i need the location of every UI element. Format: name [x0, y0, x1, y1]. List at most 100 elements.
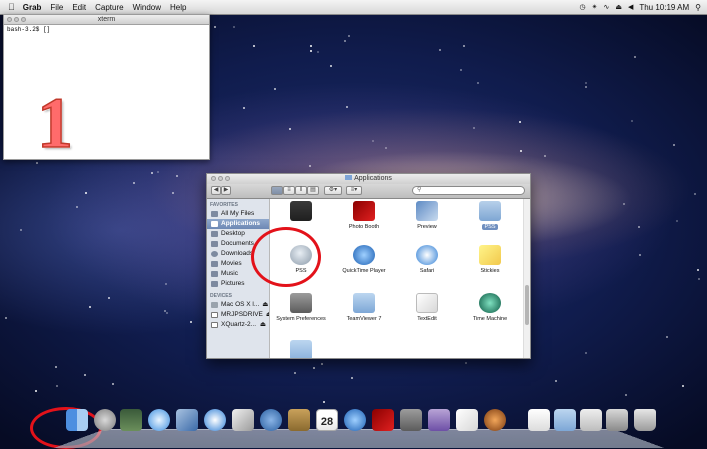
- menu-window[interactable]: Window: [133, 3, 161, 12]
- star-decoration: [439, 49, 441, 51]
- pss-folder-icon: [479, 201, 501, 221]
- minimize-button[interactable]: [14, 17, 19, 22]
- app-item-utilities[interactable]: [270, 340, 332, 358]
- app-item-quicktime[interactable]: QuickTime Player: [333, 245, 395, 274]
- close-button[interactable]: [7, 17, 12, 22]
- apple-menu-icon[interactable]: : [8, 2, 15, 12]
- bluetooth-icon[interactable]: ✴: [592, 3, 598, 11]
- icon-view-button[interactable]: [271, 186, 283, 195]
- app-item-system-preferences[interactable]: System Preferences: [270, 293, 332, 322]
- minimize-button[interactable]: [218, 176, 223, 181]
- star-decoration: [344, 40, 346, 42]
- documents-stack-icon[interactable]: [580, 409, 602, 431]
- column-view-button[interactable]: ‖: [295, 186, 307, 195]
- menu-app-name[interactable]: Grab: [23, 3, 42, 12]
- menu-capture[interactable]: Capture: [95, 3, 123, 12]
- arrange-button[interactable]: ≡▾: [346, 186, 362, 195]
- menu-file[interactable]: File: [50, 3, 63, 12]
- trash-icon[interactable]: [634, 409, 656, 431]
- sidebar-item-all-my-files[interactable]: All My Files: [207, 209, 269, 219]
- forward-button[interactable]: ▶: [221, 186, 231, 195]
- mission-control-icon[interactable]: [120, 409, 142, 431]
- volume-icon[interactable]: ◀: [628, 3, 633, 11]
- contacts-icon[interactable]: [232, 409, 254, 431]
- menu-edit[interactable]: Edit: [72, 3, 86, 12]
- xterm-titlebar[interactable]: xterm: [4, 15, 209, 25]
- star-decoration: [666, 336, 668, 338]
- terminal-prompt[interactable]: bash-3.2$ []: [4, 25, 209, 34]
- star-decoration: [89, 306, 91, 308]
- sidebar-item-mac-os-x[interactable]: Mac OS X l... ⏏: [207, 300, 269, 310]
- search-field[interactable]: ⚲: [412, 186, 525, 195]
- calendar-icon[interactable]: 28: [316, 409, 338, 431]
- list-view-button[interactable]: ≡: [283, 186, 295, 195]
- facetime-icon[interactable]: [260, 409, 282, 431]
- quicktime-icon: [353, 245, 375, 265]
- applications-folder-icon[interactable]: [554, 409, 576, 431]
- star-decoration: [176, 175, 178, 177]
- menu-help[interactable]: Help: [170, 3, 186, 12]
- app-item-preview[interactable]: Preview: [396, 201, 458, 230]
- finder-icon[interactable]: [66, 409, 88, 431]
- star-decoration: [309, 165, 311, 167]
- pss-highlight-circle: [251, 227, 321, 287]
- document-icon[interactable]: [428, 409, 450, 431]
- coverflow-view-button[interactable]: ▤: [307, 186, 319, 195]
- safari-icon: [416, 245, 438, 265]
- app-item[interactable]: [270, 201, 332, 224]
- photo-booth-icon[interactable]: [372, 409, 394, 431]
- star-decoration: [321, 363, 323, 365]
- downloads-stack-icon[interactable]: [606, 409, 628, 431]
- vertical-scrollbar[interactable]: [523, 199, 530, 358]
- sidebar-item-applications[interactable]: Applications: [207, 219, 269, 229]
- star-decoration: [243, 107, 245, 109]
- document-stack-icon[interactable]: [528, 409, 550, 431]
- star-decoration: [20, 229, 22, 231]
- desktop-icon: [211, 231, 218, 237]
- app-item-safari[interactable]: Safari: [396, 245, 458, 274]
- zoom-button[interactable]: [225, 176, 230, 181]
- eject-icon[interactable]: ⏏: [262, 300, 268, 310]
- itunes-icon[interactable]: [344, 409, 366, 431]
- eject-icon[interactable]: ⏏: [260, 320, 266, 330]
- app-item-teamviewer[interactable]: TeamViewer 7: [333, 293, 395, 322]
- safari-icon[interactable]: [204, 409, 226, 431]
- mail-icon[interactable]: [176, 409, 198, 431]
- app-item-textedit[interactable]: TextEdit: [396, 293, 458, 322]
- close-button[interactable]: [211, 176, 216, 181]
- xquartz-icon[interactable]: [484, 409, 506, 431]
- time-machine-status-icon[interactable]: ◷: [579, 3, 585, 11]
- sidebar-item-xquartz[interactable]: XQuartz-2... ⏏: [207, 320, 269, 330]
- drive-icon: [211, 312, 218, 318]
- xterm-window[interactable]: xterm bash-3.2$ [] 1: [3, 14, 210, 160]
- address-book-icon[interactable]: [288, 409, 310, 431]
- spotlight-icon[interactable]: ⚲: [695, 3, 701, 12]
- finder-titlebar[interactable]: Applications: [207, 174, 530, 184]
- star-decoration: [351, 377, 353, 379]
- system-preferences-icon[interactable]: [400, 409, 422, 431]
- movies-icon: [211, 261, 218, 267]
- eject-icon[interactable]: ⏏: [615, 3, 622, 11]
- eject-icon[interactable]: ⏏: [266, 310, 269, 320]
- app-item-stickies[interactable]: Stickies: [459, 245, 521, 274]
- time-machine-icon: [479, 293, 501, 313]
- action-gear-icon[interactable]: ⚙▾: [324, 186, 342, 195]
- star-decoration: [317, 51, 319, 53]
- wifi-icon[interactable]: ∿: [603, 3, 609, 11]
- app-item-photo-booth[interactable]: Photo Booth: [333, 201, 395, 230]
- app-store-icon[interactable]: [148, 409, 170, 431]
- zoom-button[interactable]: [21, 17, 26, 22]
- menu-clock[interactable]: Thu 10:19 AM: [639, 3, 689, 12]
- sidebar-item-pictures[interactable]: Pictures: [207, 279, 269, 289]
- textedit-icon[interactable]: [456, 409, 478, 431]
- star-decoration: [289, 128, 291, 130]
- star-decoration: [233, 26, 235, 28]
- sidebar-item-mrjpsdrive[interactable]: MRJPSDRIVE⏏: [207, 310, 269, 320]
- app-item-time-machine[interactable]: Time Machine: [459, 293, 521, 322]
- utilities-folder-icon: [290, 340, 312, 358]
- app-item-pss-folder[interactable]: PSS: [459, 201, 521, 230]
- back-button[interactable]: ◀: [211, 186, 221, 195]
- star-decoration: [330, 65, 332, 67]
- launchpad-icon[interactable]: [94, 409, 116, 431]
- scrollbar-thumb[interactable]: [525, 285, 529, 325]
